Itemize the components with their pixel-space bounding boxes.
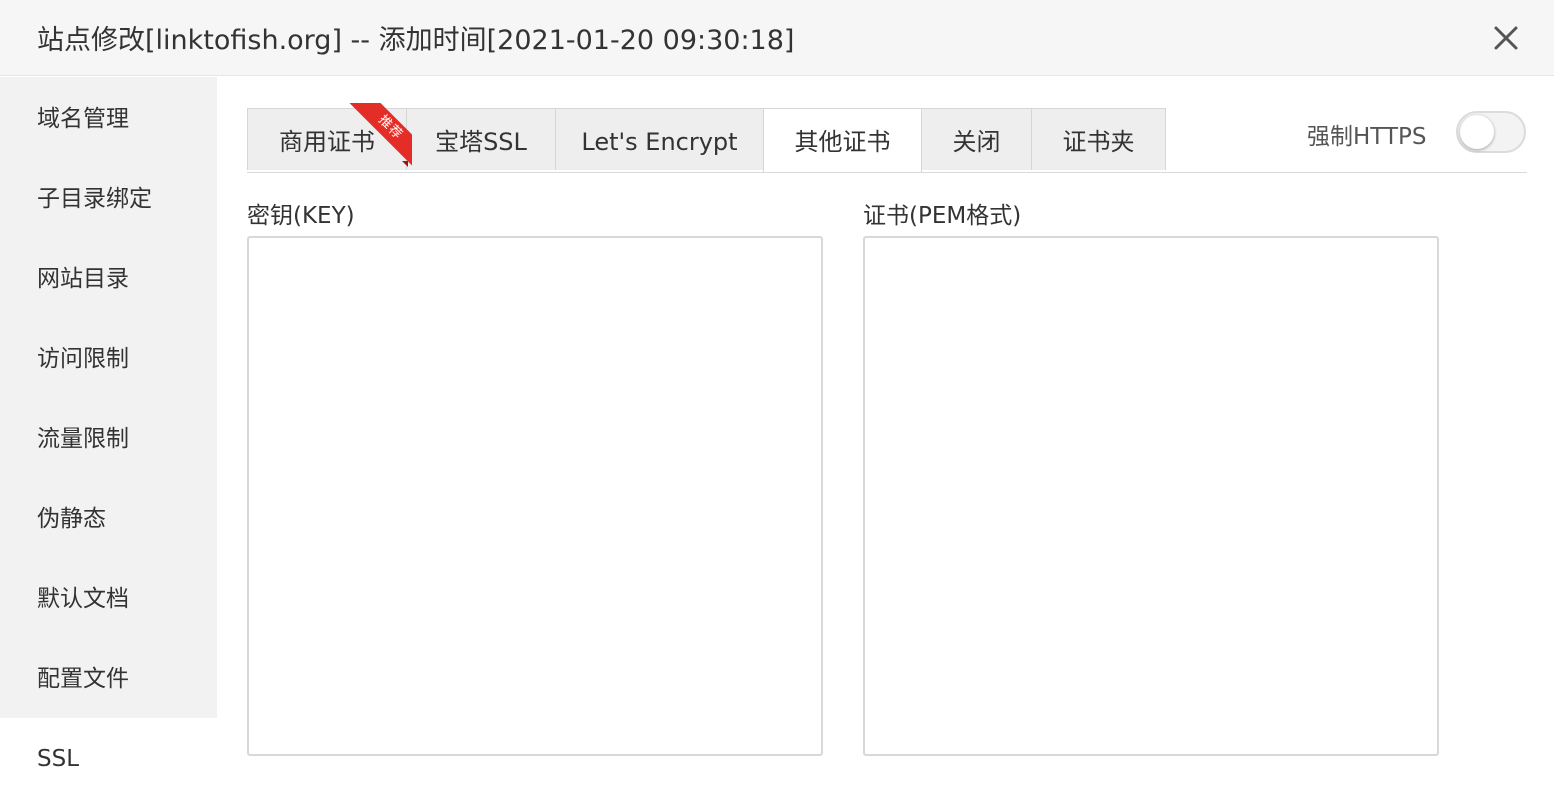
cert-textarea[interactable] bbox=[863, 236, 1439, 756]
settings-sidebar: 域名管理 子目录绑定 网站目录 访问限制 流量限制 伪静态 默认文档 配置文件 … bbox=[0, 77, 217, 790]
sidebar-item-subdirectory-binding[interactable]: 子目录绑定 bbox=[0, 159, 217, 239]
sidebar-item-traffic-limit[interactable]: 流量限制 bbox=[0, 399, 217, 479]
toggle-knob bbox=[1460, 115, 1494, 149]
cert-label: 证书(PEM格式) bbox=[863, 203, 1022, 229]
dialog-titlebar: 站点修改[linktofish.org] -- 添加时间[2021-01-20 … bbox=[0, 0, 1554, 76]
sidebar-item-site-directory[interactable]: 网站目录 bbox=[0, 239, 217, 319]
close-icon bbox=[1494, 26, 1518, 50]
tab-other-cert[interactable]: 其他证书 bbox=[763, 108, 922, 172]
close-button[interactable] bbox=[1488, 20, 1524, 56]
sidebar-item-domain-management[interactable]: 域名管理 bbox=[0, 79, 217, 159]
force-https-label: 强制HTTPS bbox=[1307, 124, 1427, 150]
tab-lets-encrypt[interactable]: Let's Encrypt bbox=[555, 108, 764, 170]
key-textarea[interactable] bbox=[247, 236, 823, 756]
sidebar-item-ssl[interactable]: SSL bbox=[0, 718, 217, 790]
dialog-title: 站点修改[linktofish.org] -- 添加时间[2021-01-20 … bbox=[37, 25, 795, 56]
tab-cert-folder[interactable]: 证书夹 bbox=[1031, 108, 1166, 170]
sidebar-item-default-document[interactable]: 默认文档 bbox=[0, 559, 217, 639]
force-https-toggle[interactable] bbox=[1456, 111, 1526, 153]
tab-commercial-cert[interactable]: 商用证书 bbox=[247, 108, 407, 170]
sidebar-item-config-file[interactable]: 配置文件 bbox=[0, 639, 217, 719]
sidebar-item-rewrite[interactable]: 伪静态 bbox=[0, 479, 217, 559]
tab-close-ssl[interactable]: 关闭 bbox=[921, 108, 1032, 170]
key-label: 密钥(KEY) bbox=[247, 203, 355, 229]
sidebar-item-access-restriction[interactable]: 访问限制 bbox=[0, 319, 217, 399]
tab-bt-ssl[interactable]: 宝塔SSL bbox=[406, 108, 556, 170]
